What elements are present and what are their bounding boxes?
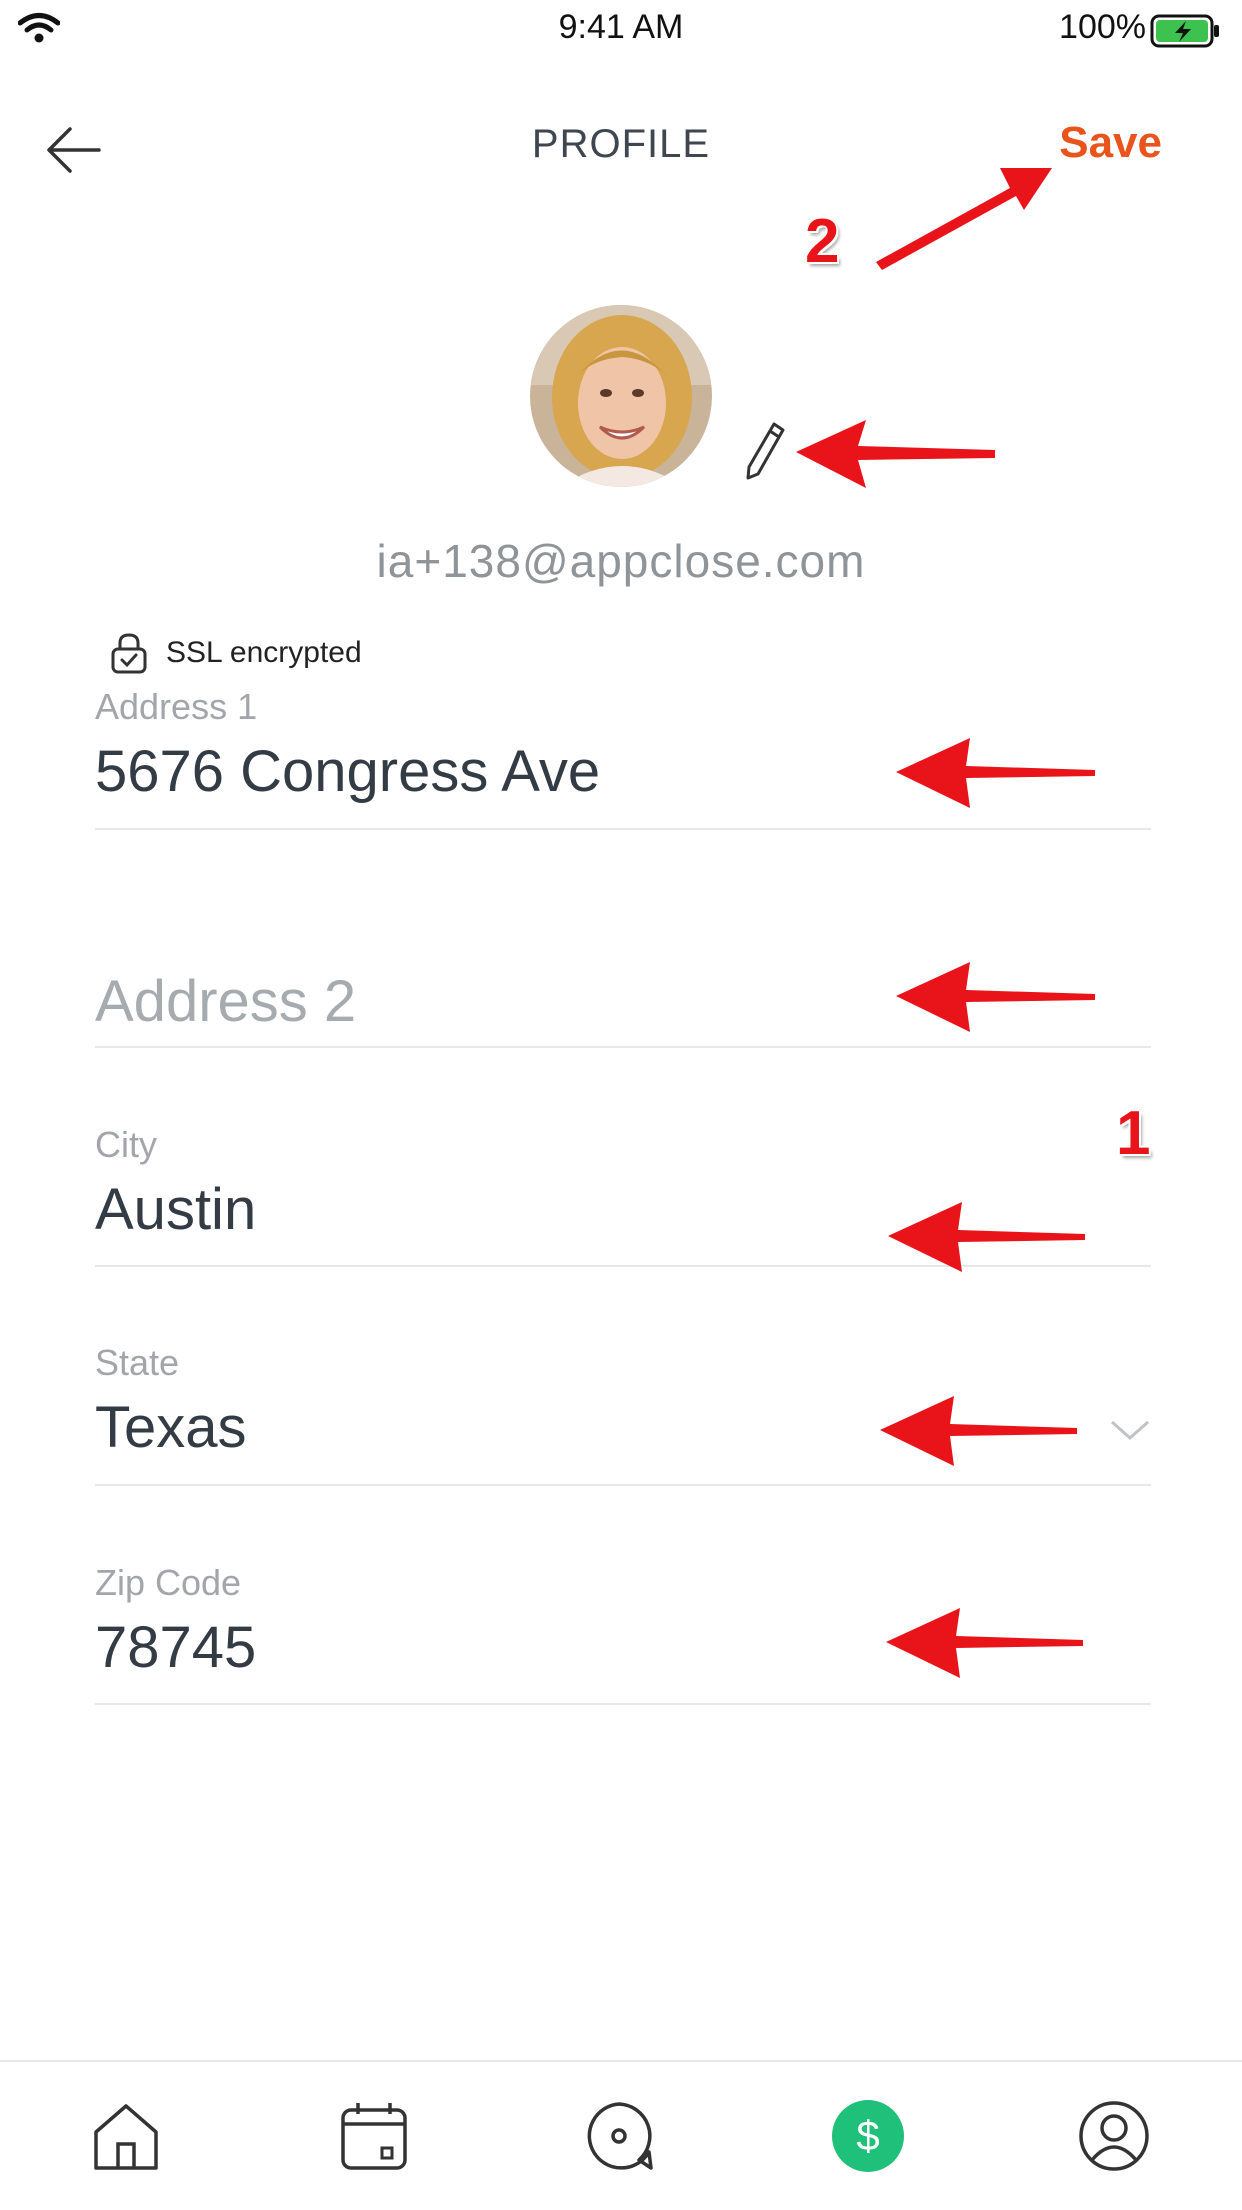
state-select[interactable]: Texas <box>95 1394 247 1461</box>
city-divider <box>95 1265 1151 1267</box>
battery-percent: 100% <box>1059 8 1146 46</box>
arrow-to-address1 <box>896 738 1095 808</box>
state-divider <box>95 1484 1151 1486</box>
battery-charging-icon <box>1150 14 1219 48</box>
city-input[interactable]: Austin <box>95 1176 256 1243</box>
address2-input[interactable]: Address 2 <box>95 968 356 1035</box>
arrow-to-pencil <box>796 420 995 488</box>
lock-icon <box>111 633 147 674</box>
arrow-to-save <box>876 168 1052 270</box>
city-label: City <box>95 1124 157 1165</box>
ssl-indicator: SSL encrypted <box>110 632 362 674</box>
state-label: State <box>95 1342 180 1383</box>
arrow-to-address2 <box>896 962 1095 1032</box>
status-time: 9:41 AM <box>558 8 684 46</box>
avatar[interactable] <box>530 305 712 487</box>
zip-input[interactable]: 78745 <box>95 1614 256 1681</box>
edit-pencil-icon[interactable] <box>744 420 786 482</box>
address1-label: Address 1 <box>95 686 258 727</box>
chevron-down-icon[interactable] <box>1110 1418 1150 1444</box>
address2-divider <box>95 1046 1151 1048</box>
annotation-number-2: 2 <box>805 207 840 276</box>
zip-divider <box>95 1703 1151 1705</box>
arrow-to-state <box>880 1396 1077 1466</box>
address1-input[interactable]: 5676 Congress Ave <box>95 738 600 805</box>
ssl-label: SSL encrypted <box>166 636 362 669</box>
zip-label: Zip Code <box>95 1562 242 1603</box>
svg-text:$: $ <box>856 2112 879 2159</box>
home-icon[interactable] <box>90 2100 162 2172</box>
profile-icon[interactable] <box>1078 2100 1150 2172</box>
email-text: ia+138@appclose.com <box>376 535 866 587</box>
arrow-to-zip <box>886 1608 1083 1678</box>
save-button[interactable]: Save <box>1059 118 1162 168</box>
calendar-icon[interactable] <box>338 2100 410 2172</box>
annotation-arrows <box>796 168 1095 1678</box>
annotation-number-1: 1 <box>1116 1099 1151 1168</box>
chat-icon[interactable] <box>583 2100 655 2172</box>
page-title: PROFILE <box>531 122 711 166</box>
address1-divider <box>95 828 1151 830</box>
arrow-to-city <box>888 1202 1085 1272</box>
payments-icon[interactable]: $ <box>832 2100 904 2172</box>
